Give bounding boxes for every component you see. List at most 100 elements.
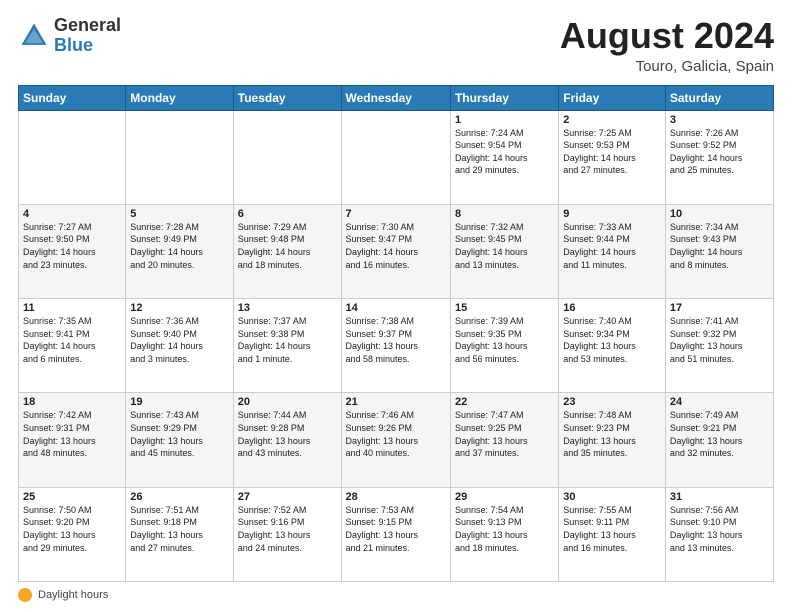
- calendar-cell: 13Sunrise: 7:37 AM Sunset: 9:38 PM Dayli…: [233, 299, 341, 393]
- day-info: Sunrise: 7:49 AM Sunset: 9:21 PM Dayligh…: [670, 409, 769, 459]
- calendar-cell: 9Sunrise: 7:33 AM Sunset: 9:44 PM Daylig…: [559, 204, 666, 298]
- day-number: 10: [670, 208, 769, 220]
- day-info: Sunrise: 7:54 AM Sunset: 9:13 PM Dayligh…: [455, 504, 554, 554]
- calendar-cell: 23Sunrise: 7:48 AM Sunset: 9:23 PM Dayli…: [559, 393, 666, 487]
- logo-general-text: General: [54, 16, 121, 36]
- header: General Blue August 2024 Touro, Galicia,…: [18, 16, 774, 75]
- day-number: 3: [670, 114, 769, 126]
- day-info: Sunrise: 7:41 AM Sunset: 9:32 PM Dayligh…: [670, 315, 769, 365]
- weekday-header-tuesday: Tuesday: [233, 85, 341, 110]
- day-info: Sunrise: 7:33 AM Sunset: 9:44 PM Dayligh…: [563, 221, 661, 271]
- calendar-cell: [233, 110, 341, 204]
- day-number: 19: [130, 396, 228, 408]
- title-month: August 2024: [560, 16, 774, 56]
- day-info: Sunrise: 7:36 AM Sunset: 9:40 PM Dayligh…: [130, 315, 228, 365]
- logo-blue-text: Blue: [54, 36, 121, 56]
- calendar-cell: 31Sunrise: 7:56 AM Sunset: 9:10 PM Dayli…: [665, 487, 773, 581]
- title-block: August 2024 Touro, Galicia, Spain: [560, 16, 774, 75]
- day-info: Sunrise: 7:55 AM Sunset: 9:11 PM Dayligh…: [563, 504, 661, 554]
- calendar-cell: 5Sunrise: 7:28 AM Sunset: 9:49 PM Daylig…: [126, 204, 233, 298]
- day-info: Sunrise: 7:51 AM Sunset: 9:18 PM Dayligh…: [130, 504, 228, 554]
- day-info: Sunrise: 7:25 AM Sunset: 9:53 PM Dayligh…: [563, 127, 661, 177]
- calendar-cell: 15Sunrise: 7:39 AM Sunset: 9:35 PM Dayli…: [450, 299, 558, 393]
- calendar-cell: [126, 110, 233, 204]
- day-number: 14: [346, 302, 446, 314]
- calendar-cell: 11Sunrise: 7:35 AM Sunset: 9:41 PM Dayli…: [19, 299, 126, 393]
- day-info: Sunrise: 7:48 AM Sunset: 9:23 PM Dayligh…: [563, 409, 661, 459]
- logo-icon: [18, 20, 50, 52]
- calendar-cell: [341, 110, 450, 204]
- logo: General Blue: [18, 16, 121, 56]
- footer: Daylight hours: [18, 588, 774, 602]
- calendar-week-row: 4Sunrise: 7:27 AM Sunset: 9:50 PM Daylig…: [19, 204, 774, 298]
- day-number: 2: [563, 114, 661, 126]
- weekday-header-saturday: Saturday: [665, 85, 773, 110]
- calendar-cell: 27Sunrise: 7:52 AM Sunset: 9:16 PM Dayli…: [233, 487, 341, 581]
- calendar-cell: 14Sunrise: 7:38 AM Sunset: 9:37 PM Dayli…: [341, 299, 450, 393]
- day-info: Sunrise: 7:39 AM Sunset: 9:35 PM Dayligh…: [455, 315, 554, 365]
- day-number: 30: [563, 491, 661, 503]
- calendar-cell: 6Sunrise: 7:29 AM Sunset: 9:48 PM Daylig…: [233, 204, 341, 298]
- day-number: 13: [238, 302, 337, 314]
- day-number: 20: [238, 396, 337, 408]
- day-number: 15: [455, 302, 554, 314]
- title-location: Touro, Galicia, Spain: [560, 58, 774, 75]
- calendar-cell: 20Sunrise: 7:44 AM Sunset: 9:28 PM Dayli…: [233, 393, 341, 487]
- day-info: Sunrise: 7:35 AM Sunset: 9:41 PM Dayligh…: [23, 315, 121, 365]
- day-number: 7: [346, 208, 446, 220]
- calendar-cell: 10Sunrise: 7:34 AM Sunset: 9:43 PM Dayli…: [665, 204, 773, 298]
- calendar-week-row: 18Sunrise: 7:42 AM Sunset: 9:31 PM Dayli…: [19, 393, 774, 487]
- calendar-cell: 7Sunrise: 7:30 AM Sunset: 9:47 PM Daylig…: [341, 204, 450, 298]
- day-number: 18: [23, 396, 121, 408]
- day-info: Sunrise: 7:30 AM Sunset: 9:47 PM Dayligh…: [346, 221, 446, 271]
- day-number: 17: [670, 302, 769, 314]
- day-number: 16: [563, 302, 661, 314]
- day-info: Sunrise: 7:43 AM Sunset: 9:29 PM Dayligh…: [130, 409, 228, 459]
- day-number: 24: [670, 396, 769, 408]
- day-info: Sunrise: 7:24 AM Sunset: 9:54 PM Dayligh…: [455, 127, 554, 177]
- day-info: Sunrise: 7:38 AM Sunset: 9:37 PM Dayligh…: [346, 315, 446, 365]
- weekday-header-monday: Monday: [126, 85, 233, 110]
- day-number: 11: [23, 302, 121, 314]
- logo-text: General Blue: [54, 16, 121, 56]
- calendar-cell: 3Sunrise: 7:26 AM Sunset: 9:52 PM Daylig…: [665, 110, 773, 204]
- day-number: 25: [23, 491, 121, 503]
- day-info: Sunrise: 7:56 AM Sunset: 9:10 PM Dayligh…: [670, 504, 769, 554]
- day-info: Sunrise: 7:37 AM Sunset: 9:38 PM Dayligh…: [238, 315, 337, 365]
- calendar-cell: 30Sunrise: 7:55 AM Sunset: 9:11 PM Dayli…: [559, 487, 666, 581]
- day-info: Sunrise: 7:28 AM Sunset: 9:49 PM Dayligh…: [130, 221, 228, 271]
- calendar-week-row: 11Sunrise: 7:35 AM Sunset: 9:41 PM Dayli…: [19, 299, 774, 393]
- day-info: Sunrise: 7:47 AM Sunset: 9:25 PM Dayligh…: [455, 409, 554, 459]
- calendar-cell: 4Sunrise: 7:27 AM Sunset: 9:50 PM Daylig…: [19, 204, 126, 298]
- day-info: Sunrise: 7:44 AM Sunset: 9:28 PM Dayligh…: [238, 409, 337, 459]
- page: General Blue August 2024 Touro, Galicia,…: [0, 0, 792, 612]
- day-number: 22: [455, 396, 554, 408]
- day-number: 26: [130, 491, 228, 503]
- day-info: Sunrise: 7:42 AM Sunset: 9:31 PM Dayligh…: [23, 409, 121, 459]
- calendar-cell: 24Sunrise: 7:49 AM Sunset: 9:21 PM Dayli…: [665, 393, 773, 487]
- day-number: 1: [455, 114, 554, 126]
- calendar-cell: 12Sunrise: 7:36 AM Sunset: 9:40 PM Dayli…: [126, 299, 233, 393]
- weekday-header-thursday: Thursday: [450, 85, 558, 110]
- day-number: 6: [238, 208, 337, 220]
- day-info: Sunrise: 7:40 AM Sunset: 9:34 PM Dayligh…: [563, 315, 661, 365]
- day-info: Sunrise: 7:52 AM Sunset: 9:16 PM Dayligh…: [238, 504, 337, 554]
- calendar-cell: 17Sunrise: 7:41 AM Sunset: 9:32 PM Dayli…: [665, 299, 773, 393]
- day-number: 8: [455, 208, 554, 220]
- day-info: Sunrise: 7:53 AM Sunset: 9:15 PM Dayligh…: [346, 504, 446, 554]
- calendar-cell: 28Sunrise: 7:53 AM Sunset: 9:15 PM Dayli…: [341, 487, 450, 581]
- sun-icon: [18, 588, 32, 602]
- daylight-label: Daylight hours: [38, 589, 108, 601]
- calendar-cell: 21Sunrise: 7:46 AM Sunset: 9:26 PM Dayli…: [341, 393, 450, 487]
- day-number: 5: [130, 208, 228, 220]
- day-info: Sunrise: 7:29 AM Sunset: 9:48 PM Dayligh…: [238, 221, 337, 271]
- day-number: 23: [563, 396, 661, 408]
- calendar-cell: 18Sunrise: 7:42 AM Sunset: 9:31 PM Dayli…: [19, 393, 126, 487]
- calendar-cell: 26Sunrise: 7:51 AM Sunset: 9:18 PM Dayli…: [126, 487, 233, 581]
- calendar-cell: 22Sunrise: 7:47 AM Sunset: 9:25 PM Dayli…: [450, 393, 558, 487]
- calendar-cell: 16Sunrise: 7:40 AM Sunset: 9:34 PM Dayli…: [559, 299, 666, 393]
- calendar-week-row: 25Sunrise: 7:50 AM Sunset: 9:20 PM Dayli…: [19, 487, 774, 581]
- day-info: Sunrise: 7:26 AM Sunset: 9:52 PM Dayligh…: [670, 127, 769, 177]
- day-info: Sunrise: 7:50 AM Sunset: 9:20 PM Dayligh…: [23, 504, 121, 554]
- calendar-cell: 29Sunrise: 7:54 AM Sunset: 9:13 PM Dayli…: [450, 487, 558, 581]
